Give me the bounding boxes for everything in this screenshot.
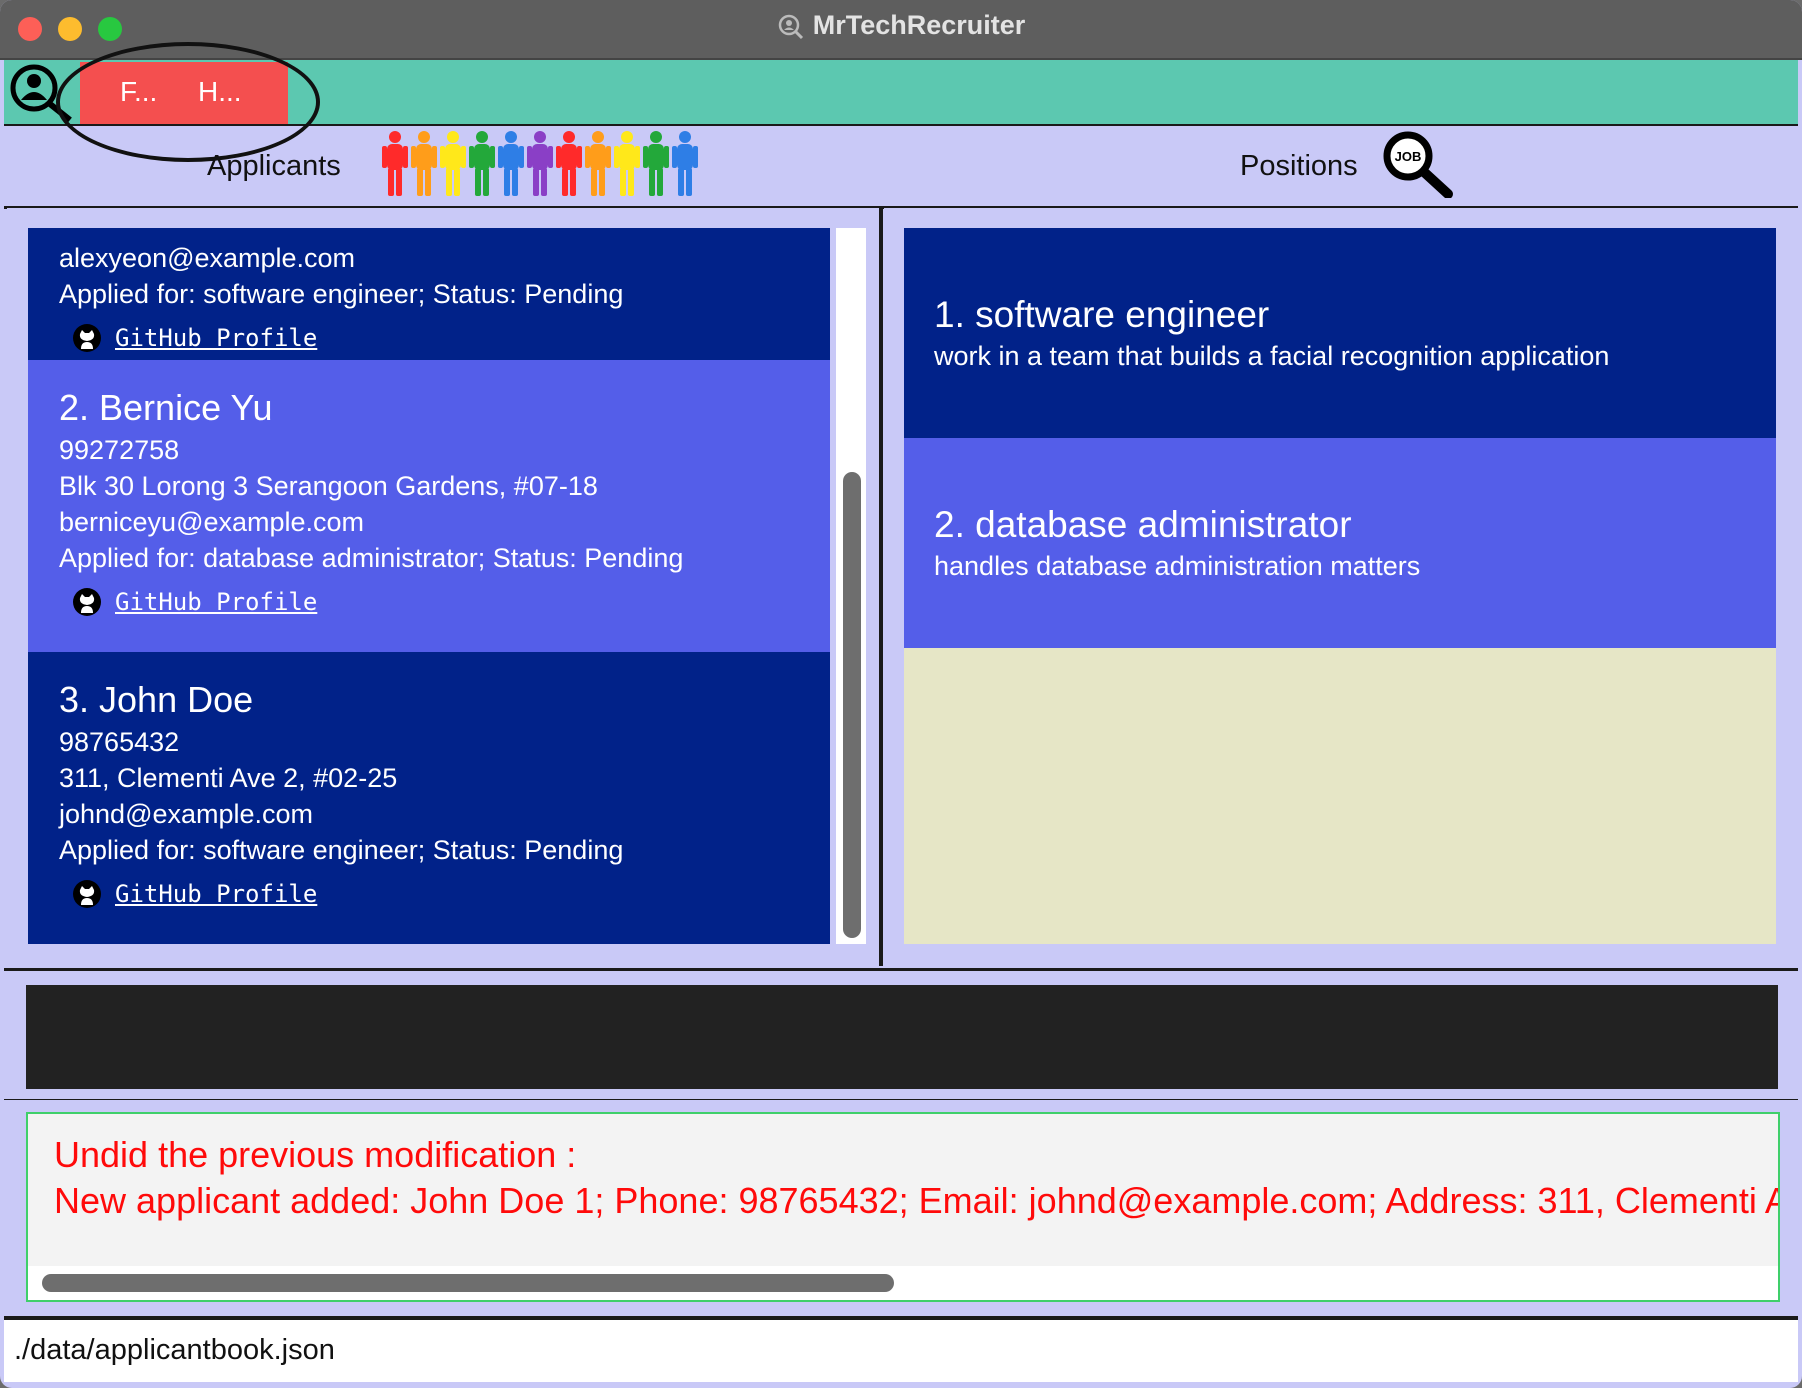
applicant-card[interactable]: 2. Bernice Yu 99272758 Blk 30 Lorong 3 S…: [28, 360, 830, 652]
applicant-list-content: alexyeon@example.com Applied for: softwa…: [28, 228, 830, 944]
result-display[interactable]: Undid the previous modification : New ap…: [26, 1112, 1780, 1302]
people-icon: [382, 131, 698, 196]
applicant-card[interactable]: 3. John Doe 98765432 311, Clementi Ave 2…: [28, 652, 830, 944]
applicant-applied: Applied for: database administrator; Sta…: [59, 543, 684, 573]
applicants-header-label: Applicants: [207, 150, 341, 182]
menu-help[interactable]: H...: [198, 76, 242, 108]
person-figure: [614, 131, 640, 196]
person-figure: [585, 131, 611, 196]
window-title: MrTechRecruiter: [812, 10, 1026, 40]
position-list[interactable]: 1. software engineer work in a team that…: [904, 228, 1776, 944]
position-card[interactable]: 1. software engineer work in a team that…: [904, 228, 1776, 438]
result-text: Undid the previous modification : New ap…: [54, 1132, 1780, 1224]
title-user-search-icon: [778, 14, 803, 39]
menu-bar: F... H...: [4, 60, 1798, 126]
positions-header-label: Positions: [1240, 150, 1358, 182]
command-input[interactable]: [26, 985, 1778, 1089]
result-horizontal-scrollbar[interactable]: [28, 1266, 1778, 1300]
position-description: handles database administration matters: [934, 551, 1421, 581]
applicant-email: alexyeon@example.com: [59, 243, 356, 273]
applicant-name: 2. Bernice Yu: [59, 387, 273, 428]
github-icon: [73, 880, 101, 908]
applicant-name: 3. John Doe: [59, 679, 254, 720]
github-profile-link[interactable]: GitHub Profile: [115, 324, 317, 352]
app-window: MrTechRecruiter F... H... Applicants Pos…: [0, 0, 1802, 1388]
applicant-email: berniceyu@example.com: [59, 507, 365, 537]
person-figure: [469, 131, 495, 196]
github-icon: [73, 588, 101, 616]
panel-header-row: Applicants Positions JOB: [4, 126, 1798, 209]
menu-block: F... H...: [80, 62, 288, 124]
applicant-card-clipped-area: [59, 228, 830, 240]
person-figure: [527, 131, 553, 196]
person-figure: [556, 131, 582, 196]
title-bar: MrTechRecruiter: [0, 0, 1802, 60]
applicant-applied: Applied for: software engineer; Status: …: [59, 835, 624, 865]
applicant-card[interactable]: alexyeon@example.com Applied for: softwa…: [28, 228, 830, 360]
person-figure: [440, 131, 466, 196]
github-link-row: GitHub Profile: [59, 318, 830, 358]
applicant-applied: Applied for: software engineer; Status: …: [59, 279, 624, 309]
result-line-1: Undid the previous modification :: [54, 1134, 577, 1175]
position-title: 2. database administrator: [934, 504, 1352, 545]
applicant-list[interactable]: alexyeon@example.com Applied for: softwa…: [28, 228, 830, 944]
position-title: 1. software engineer: [934, 294, 1270, 335]
job-search-icon: JOB: [1383, 131, 1453, 198]
applicant-list-scrollbar[interactable]: [836, 228, 866, 944]
result-display-area: Undid the previous modification : New ap…: [4, 1100, 1798, 1318]
position-card[interactable]: 2. database administrator handles databa…: [904, 438, 1776, 648]
window-title-group: MrTechRecruiter: [0, 10, 1802, 41]
position-panel: 1. software engineer work in a team that…: [884, 208, 1798, 966]
person-figure: [643, 131, 669, 196]
applicant-address: Blk 30 Lorong 3 Serangoon Gardens, #07-1…: [59, 471, 598, 501]
user-search-icon: [10, 64, 72, 122]
person-figure: [672, 131, 698, 196]
status-file-path: ./data/applicantbook.json: [14, 1334, 335, 1366]
person-figure: [411, 131, 437, 196]
applicant-address: 311, Clementi Ave 2, #02-25: [59, 763, 398, 793]
github-profile-link[interactable]: GitHub Profile: [115, 880, 317, 908]
github-link-row: GitHub Profile: [59, 874, 830, 914]
applicant-panel: alexyeon@example.com Applied for: softwa…: [7, 208, 883, 966]
position-description: work in a team that builds a facial reco…: [934, 341, 1610, 371]
github-profile-link[interactable]: GitHub Profile: [115, 588, 317, 616]
applicant-phone: 98765432: [59, 727, 180, 757]
menu-file[interactable]: F...: [120, 76, 157, 108]
job-icon-text: JOB: [1395, 149, 1422, 164]
applicant-phone: 99272758: [59, 435, 180, 465]
person-figure: [498, 131, 524, 196]
result-line-2: New applicant added: John Doe 1; Phone: …: [54, 1180, 1780, 1221]
applicant-list-scroll-thumb[interactable]: [843, 472, 861, 938]
github-link-row: GitHub Profile: [59, 582, 830, 622]
command-box-area: [4, 968, 1798, 1102]
person-figure: [382, 131, 408, 196]
applicant-email: johnd@example.com: [59, 799, 314, 829]
status-bar: ./data/applicantbook.json: [4, 1318, 1798, 1382]
github-icon: [73, 324, 101, 352]
result-scroll-thumb[interactable]: [42, 1274, 894, 1292]
